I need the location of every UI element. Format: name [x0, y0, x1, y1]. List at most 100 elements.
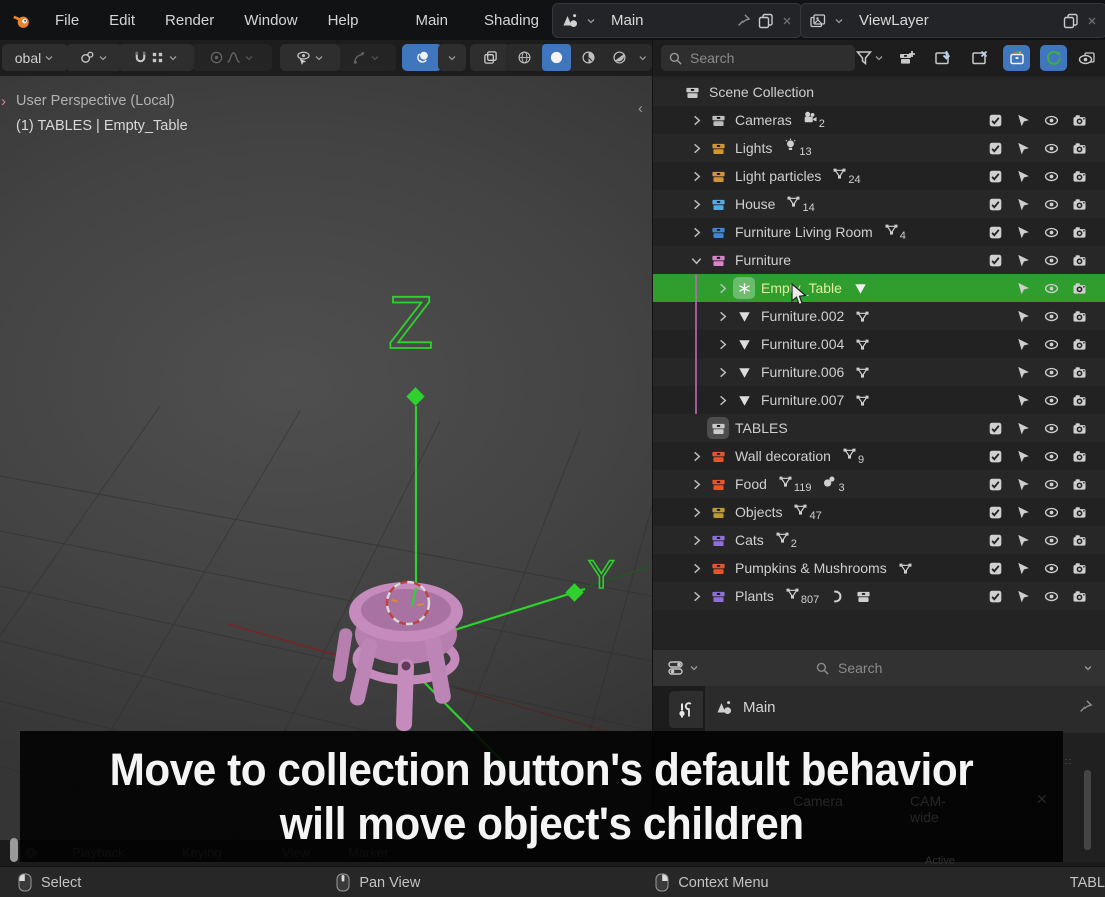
- show-overlays-toggle[interactable]: [402, 44, 442, 71]
- outliner-row-wall-decoration[interactable]: Wall decoration9: [653, 442, 1105, 470]
- pointer-toggle[interactable]: [1012, 529, 1034, 551]
- workspace-tab-main[interactable]: Main: [397, 12, 466, 29]
- close-icon[interactable]: [781, 15, 793, 27]
- camera-toggle[interactable]: [1068, 501, 1090, 523]
- pin-icon[interactable]: [1078, 699, 1093, 714]
- visibility-eye-button[interactable]: [1073, 45, 1100, 71]
- eye-toggle[interactable]: [1040, 333, 1062, 355]
- outliner-row-furniture-002[interactable]: Furniture.002: [653, 302, 1105, 330]
- menu-file[interactable]: File: [40, 12, 94, 29]
- eye-toggle[interactable]: [1040, 249, 1062, 271]
- eye-toggle[interactable]: [1040, 221, 1062, 243]
- outliner-row-furniture-living-room[interactable]: Furniture Living Room4: [653, 218, 1105, 246]
- outliner-row-pumpkins-mushrooms[interactable]: Pumpkins & Mushrooms: [653, 554, 1105, 582]
- viewport-3d[interactable]: Z Y › ‹ User: [0, 76, 652, 840]
- proportional-editing-control[interactable]: [192, 44, 272, 71]
- expand-right-icon[interactable]: [685, 193, 707, 215]
- camera-toggle[interactable]: [1068, 305, 1090, 327]
- expand-right-icon[interactable]: [685, 445, 707, 467]
- pointer-toggle[interactable]: [1012, 417, 1034, 439]
- camera-toggle[interactable]: [1068, 221, 1090, 243]
- xray-toggle[interactable]: [470, 44, 510, 71]
- pointer-toggle[interactable]: [1012, 557, 1034, 579]
- scrollbar-thumb[interactable]: [1084, 770, 1091, 850]
- pointer-toggle[interactable]: [1012, 165, 1034, 187]
- eye-toggle[interactable]: [1040, 445, 1062, 467]
- eye-toggle[interactable]: [1040, 137, 1062, 159]
- viewport-scrollbar[interactable]: [10, 838, 18, 862]
- pointer-toggle[interactable]: [1012, 473, 1034, 495]
- pointer-toggle[interactable]: [1012, 389, 1034, 411]
- pointer-toggle[interactable]: [1012, 501, 1034, 523]
- expand-down-icon[interactable]: [685, 249, 707, 271]
- eye-toggle[interactable]: [1040, 529, 1062, 551]
- outliner-row-cameras[interactable]: Cameras2: [653, 106, 1105, 134]
- outliner-row-food[interactable]: Food1193: [653, 470, 1105, 498]
- eye-toggle[interactable]: [1040, 193, 1062, 215]
- camera-toggle[interactable]: [1068, 417, 1090, 439]
- checkbox-toggle[interactable]: [984, 221, 1006, 243]
- eye-toggle[interactable]: [1040, 389, 1062, 411]
- properties-search-input[interactable]: Search: [815, 660, 882, 676]
- camera-toggle[interactable]: [1068, 333, 1090, 355]
- camera-toggle[interactable]: [1068, 361, 1090, 383]
- outliner-row-furniture-004[interactable]: Furniture.004: [653, 330, 1105, 358]
- eye-toggle[interactable]: [1040, 417, 1062, 439]
- overlays-dropdown[interactable]: [438, 44, 466, 71]
- expand-right-icon[interactable]: [685, 473, 707, 495]
- eye-toggle[interactable]: [1040, 501, 1062, 523]
- pointer-toggle[interactable]: [1012, 193, 1034, 215]
- expand-right-icon[interactable]: [685, 109, 707, 131]
- checkbox-toggle[interactable]: [984, 193, 1006, 215]
- eye-toggle[interactable]: [1040, 305, 1062, 327]
- outliner-row-house[interactable]: House14: [653, 190, 1105, 218]
- expand-right-icon[interactable]: [711, 389, 733, 411]
- transform-orientation-dropdown[interactable]: obal: [2, 44, 68, 71]
- camera-toggle[interactable]: [1068, 165, 1090, 187]
- outliner-row-light-particles[interactable]: Light particles24: [653, 162, 1105, 190]
- chevron-down-icon[interactable]: [1082, 662, 1094, 674]
- filter-dropdown[interactable]: [853, 45, 887, 71]
- outliner-search-input[interactable]: Search: [661, 45, 855, 71]
- menu-help[interactable]: Help: [313, 12, 374, 29]
- camera-toggle[interactable]: [1068, 137, 1090, 159]
- blender-logo-icon[interactable]: [12, 11, 30, 29]
- pointer-toggle[interactable]: [1012, 137, 1034, 159]
- pointer-toggle[interactable]: [1012, 221, 1034, 243]
- outliner-row-plants[interactable]: Plants807: [653, 582, 1105, 610]
- new-collection-button[interactable]: [893, 45, 920, 71]
- rendered-shading-button[interactable]: [605, 44, 635, 71]
- move-to-collection-button[interactable]: [929, 45, 956, 71]
- sync-button[interactable]: [1040, 45, 1067, 71]
- camera-toggle[interactable]: [1068, 193, 1090, 215]
- new-scene-icon[interactable]: [757, 12, 775, 30]
- expand-right-icon[interactable]: [685, 501, 707, 523]
- checkbox-toggle[interactable]: [984, 529, 1006, 551]
- outliner-row-scene-collection[interactable]: Scene Collection: [653, 78, 1105, 106]
- expand-right-icon[interactable]: [685, 529, 707, 551]
- checkbox-toggle[interactable]: [984, 109, 1006, 131]
- checkbox-toggle[interactable]: [984, 585, 1006, 607]
- outliner-row-objects[interactable]: Objects47: [653, 498, 1105, 526]
- toolbar-expand-icon[interactable]: ›: [1, 93, 6, 110]
- expand-right-icon[interactable]: [685, 557, 707, 579]
- eye-toggle[interactable]: [1040, 277, 1062, 299]
- eye-toggle[interactable]: [1040, 109, 1062, 131]
- expand-right-icon[interactable]: [711, 277, 733, 299]
- outliner-row-furniture-007[interactable]: Furniture.007: [653, 386, 1105, 414]
- camera-toggle[interactable]: [1068, 585, 1090, 607]
- editor-type-dropdown[interactable]: [667, 659, 700, 677]
- pointer-toggle[interactable]: [1012, 109, 1034, 131]
- outliner-row-furniture[interactable]: Furniture: [653, 246, 1105, 274]
- pointer-toggle[interactable]: [1012, 305, 1034, 327]
- camera-toggle[interactable]: [1068, 473, 1090, 495]
- camera-toggle[interactable]: [1068, 445, 1090, 467]
- menu-edit[interactable]: Edit: [94, 12, 150, 29]
- tab-tool[interactable]: [669, 691, 703, 728]
- camera-toggle[interactable]: [1068, 277, 1090, 299]
- menu-window[interactable]: Window: [229, 12, 312, 29]
- checkbox-toggle[interactable]: [984, 249, 1006, 271]
- pointer-toggle[interactable]: [1012, 333, 1034, 355]
- checkbox-toggle[interactable]: [984, 473, 1006, 495]
- eye-toggle[interactable]: [1040, 165, 1062, 187]
